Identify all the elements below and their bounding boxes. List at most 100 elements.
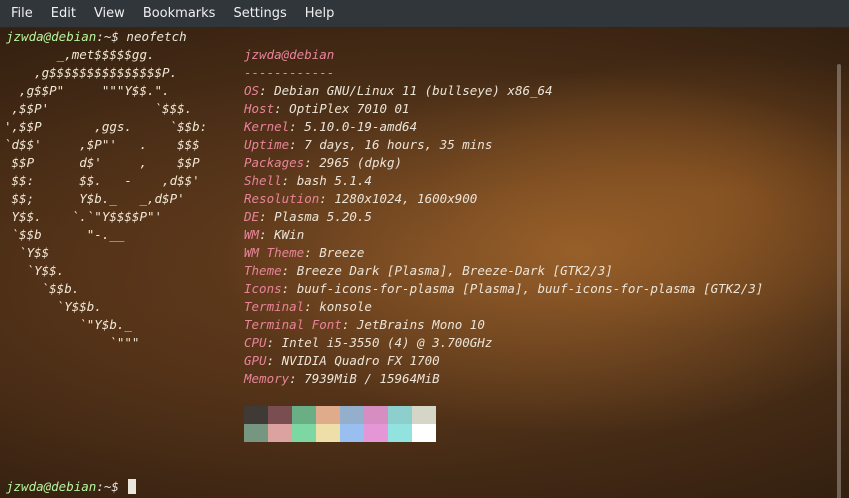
info-value: 7939MiB / 15964MiB [304, 371, 440, 386]
prompt-user: jzwda@debian [6, 29, 97, 44]
logo-line: `"Y$b._ [4, 317, 132, 332]
info-title: jzwda@debian [244, 47, 335, 62]
info-colon: : [304, 245, 320, 260]
info-value: 5.10.0-19-amd64 [304, 119, 418, 134]
color-swatch-bright-6 [388, 424, 412, 442]
logo-line: ,g$$$$$$$$$$$$$$$P. [4, 65, 178, 80]
color-swatch-normal-3 [316, 406, 340, 424]
color-swatch-normal-4 [340, 406, 364, 424]
info-line: Kernel: 5.10.0-19-amd64 [244, 118, 417, 136]
info-colon: : [266, 335, 282, 350]
info-label: CPU [244, 335, 267, 350]
color-swatch-normal-6 [388, 406, 412, 424]
final-prompt-user: jzwda@debian [6, 479, 97, 494]
info-label: OS [244, 83, 260, 98]
info-label: Packages [244, 155, 305, 170]
final-prompt-path: :~$ [96, 479, 127, 494]
info-colon: : [259, 227, 275, 242]
info-value: NVIDIA Quadro FX 1700 [281, 353, 440, 368]
info-label: Theme [244, 263, 282, 278]
info-colon: : [341, 317, 357, 332]
menu-help[interactable]: Help [296, 0, 344, 28]
info-colon: : [319, 191, 335, 206]
info-label: Uptime [244, 137, 290, 152]
info-value: bash 5.1.4 [296, 173, 372, 188]
terminal-output[interactable]: jzwda@debian:~$ neofetch _,met$$$$$gg. ,… [0, 28, 849, 498]
active-prompt-line[interactable]: jzwda@debian:~$ [6, 478, 137, 496]
text-cursor [128, 479, 137, 494]
menu-view[interactable]: View [85, 0, 134, 28]
info-line: Packages: 2965 (dpkg) [244, 154, 402, 172]
logo-line: `Y$$ [4, 245, 50, 260]
info-line: Host: OptiPlex 7010 01 [244, 100, 410, 118]
logo-line: `Y$$b. [4, 299, 102, 314]
logo-line: ,$$P' `$$$. [4, 101, 193, 116]
info-value: JetBrains Mono 10 [356, 317, 485, 332]
menu-bar: File Edit View Bookmarks Settings Help [0, 0, 849, 28]
color-swatch-bright-2 [292, 424, 316, 442]
info-line: CPU: Intel i5-3550 (4) @ 3.700GHz [244, 334, 492, 352]
info-label: WM [244, 227, 260, 242]
menu-file[interactable]: File [2, 0, 42, 28]
color-swatch-normal-7 [412, 406, 436, 424]
info-line: Uptime: 7 days, 16 hours, 35 mins [244, 136, 492, 154]
info-colon: : [304, 299, 320, 314]
info-colon: : [289, 137, 305, 152]
info-colon: : [259, 83, 275, 98]
info-value: KWin [274, 227, 305, 242]
color-swatch-bright-4 [340, 424, 364, 442]
info-line: Icons: buuf-icons-for-plasma [Plasma], b… [244, 280, 763, 298]
info-label: Memory [244, 371, 290, 386]
info-colon: : [289, 371, 305, 386]
menu-edit[interactable]: Edit [42, 0, 85, 28]
color-swatch-bright-1 [268, 424, 292, 442]
scrollbar-thumb[interactable] [837, 64, 841, 498]
info-label: Icons [244, 281, 282, 296]
info-colon: : [281, 281, 297, 296]
info-label: Kernel [244, 119, 290, 134]
info-label: DE [244, 209, 260, 224]
info-label: WM Theme [244, 245, 305, 260]
menu-bookmarks[interactable]: Bookmarks [134, 0, 225, 28]
scrollbar[interactable] [835, 64, 843, 498]
info-line: WM: KWin [244, 226, 304, 244]
info-line: Theme: Breeze Dark [Plasma], Breeze-Dark… [244, 262, 613, 280]
logo-line: _,met$$$$$gg. [4, 47, 155, 62]
info-label: Shell [244, 173, 282, 188]
konsole-window: File Edit View Bookmarks Settings Help j… [0, 0, 849, 498]
info-value: 1280x1024, 1600x900 [334, 191, 478, 206]
info-colon: : [274, 101, 290, 116]
info-colon: : [281, 263, 297, 278]
logo-line: Y$$. `.`"Y$$$$P"' [4, 209, 163, 224]
color-swatch-bright-5 [364, 424, 388, 442]
color-swatch-normal-5 [364, 406, 388, 424]
info-value: buuf-icons-for-plasma [Plasma], buuf-ico… [296, 281, 764, 296]
menu-settings[interactable]: Settings [224, 0, 295, 28]
info-value: Debian GNU/Linux 11 (bullseye) x86_64 [274, 83, 553, 98]
info-label: Resolution [244, 191, 320, 206]
color-swatch-bright-0 [244, 424, 268, 442]
logo-line: `$$b "-.__ [4, 227, 125, 242]
color-swatch-normal-2 [292, 406, 316, 424]
logo-line: `d$$' ,$P"' . $$$ [4, 137, 200, 152]
info-line: Terminal Font: JetBrains Mono 10 [244, 316, 485, 334]
info-label: Terminal Font [244, 317, 342, 332]
info-value: 2965 (dpkg) [319, 155, 403, 170]
info-colon: : [259, 209, 275, 224]
info-value: Intel i5-3550 (4) @ 3.700GHz [281, 335, 493, 350]
info-label: GPU [244, 353, 267, 368]
info-value: 7 days, 16 hours, 35 mins [304, 137, 493, 152]
logo-line: $$P d$' , $$P [4, 155, 200, 170]
command-line: jzwda@debian:~$ neofetch [6, 28, 187, 46]
info-line: Shell: bash 5.1.4 [244, 172, 372, 190]
info-value: Breeze [319, 245, 365, 260]
info-label: Host [244, 101, 275, 116]
command-text: neofetch [126, 29, 187, 44]
color-swatch-normal-1 [268, 406, 292, 424]
info-line: DE: Plasma 5.20.5 [244, 208, 372, 226]
info-line: Resolution: 1280x1024, 1600x900 [244, 190, 477, 208]
info-line: Memory: 7939MiB / 15964MiB [244, 370, 440, 388]
logo-line: ,g$$P" """Y$$.". [4, 83, 170, 98]
logo-line: `""" [4, 335, 140, 350]
info-value: OptiPlex 7010 01 [289, 101, 410, 116]
